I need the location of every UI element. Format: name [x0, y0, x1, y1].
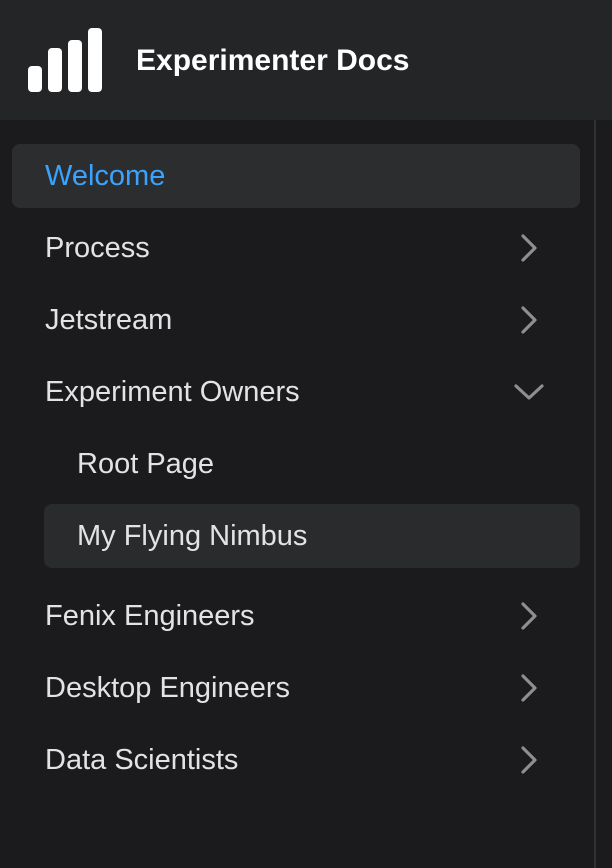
sidebar-item-data-scientists[interactable]: Data Scientists [12, 728, 580, 792]
scrollbar[interactable] [594, 120, 612, 868]
sidebar-item-welcome[interactable]: Welcome [12, 144, 580, 208]
sidebar-item-label: Jetstream [45, 303, 173, 336]
sidebar-item-my-flying-nimbus[interactable]: My Flying Nimbus [44, 504, 580, 568]
site-title[interactable]: Experimenter Docs [136, 42, 409, 80]
sidebar-nav: Welcome Process Jetstream Experiment Own… [0, 120, 594, 868]
chevron-right-icon[interactable] [514, 288, 544, 352]
chevron-down-icon[interactable] [514, 360, 544, 424]
sidebar-item-label: Fenix Engineers [45, 599, 255, 632]
sidebar-item-label: Welcome [45, 159, 166, 192]
chevron-right-icon[interactable] [514, 656, 544, 720]
sidebar-item-process[interactable]: Process [12, 216, 580, 280]
bar-chart-logo-icon[interactable] [28, 28, 104, 92]
sidebar-item-label: Experiment Owners [45, 375, 300, 408]
chevron-right-icon[interactable] [514, 216, 544, 280]
sidebar-item-label: Desktop Engineers [45, 671, 291, 704]
sidebar-item-label: Root Page [77, 447, 215, 480]
navbar: Experimenter Docs [0, 0, 612, 120]
sidebar-item-label: Data Scientists [45, 743, 239, 776]
sidebar-item-experiment-owners[interactable]: Experiment Owners [12, 360, 580, 424]
sidebar-item-root-page[interactable]: Root Page [44, 432, 580, 496]
sidebar-item-label: My Flying Nimbus [77, 519, 308, 552]
sidebar-item-fenix-engineers[interactable]: Fenix Engineers [12, 584, 580, 648]
sidebar-item-desktop-engineers[interactable]: Desktop Engineers [12, 656, 580, 720]
sidebar-item-jetstream[interactable]: Jetstream [12, 288, 580, 352]
sidebar-item-label: Process [45, 231, 150, 264]
chevron-right-icon[interactable] [514, 584, 544, 648]
chevron-right-icon[interactable] [514, 728, 544, 792]
